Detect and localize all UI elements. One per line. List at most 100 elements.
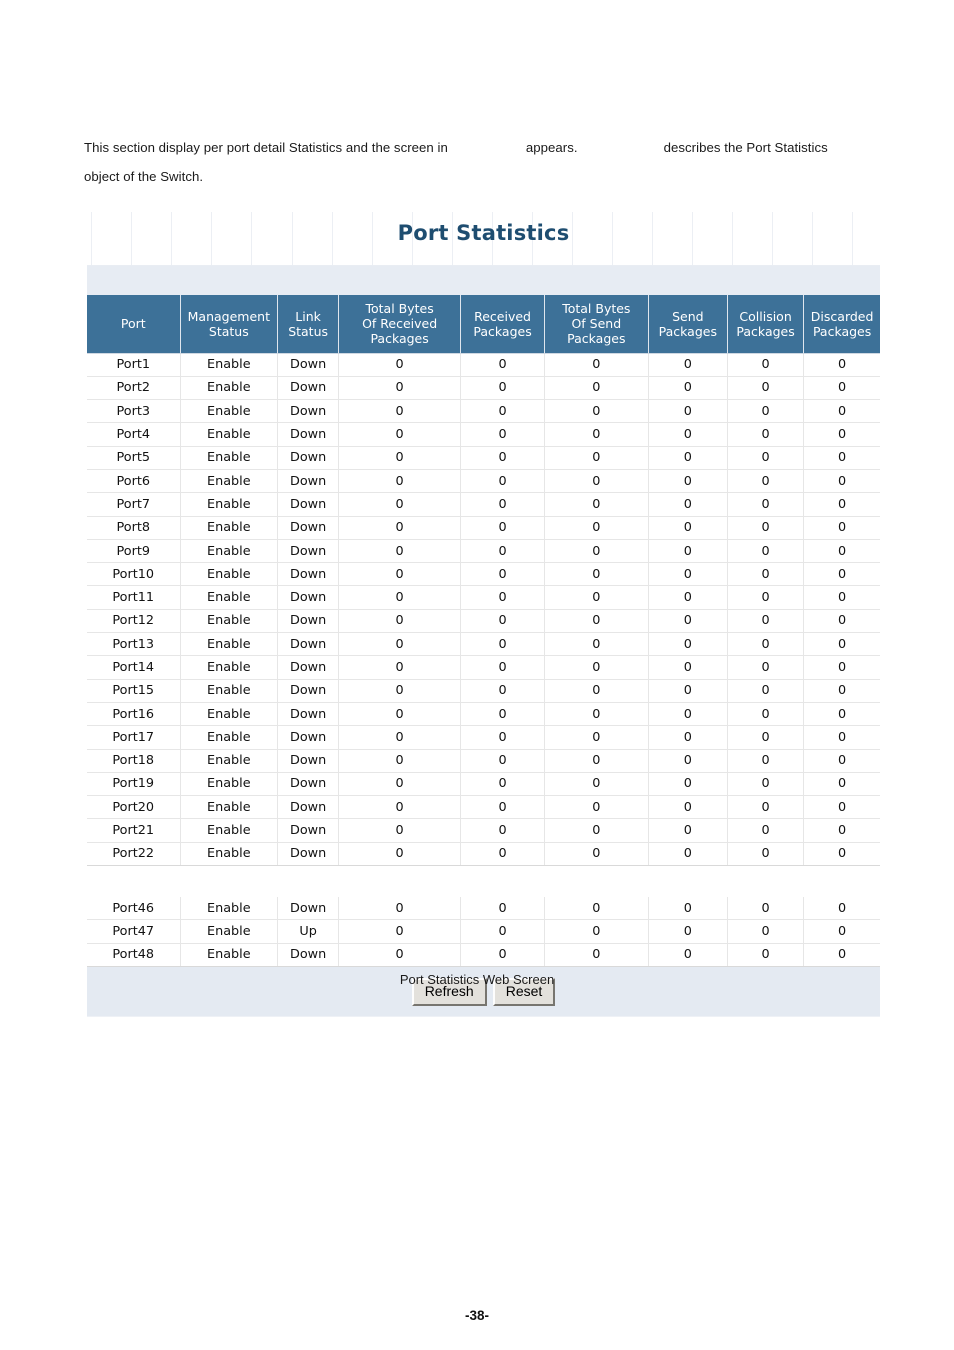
column-header-line: Link [295,308,321,324]
table-row: Port18 Enable Down 0 0 0 0 0 0 [87,749,880,773]
cell-port: Port19 [87,772,181,797]
cell-value: Enable [180,842,279,867]
cell-value: 0 [727,516,805,540]
cell-value: 0 [544,609,649,634]
intro-paragraph: This section display per port detail Sta… [84,133,874,191]
table-row: Port19 Enable Down 0 0 0 0 0 0 [87,772,880,797]
cell-value: 0 [338,516,462,540]
table-row: Port10 Enable Down 0 0 0 0 0 0 [87,562,880,587]
cell-value: 0 [648,469,728,494]
table-row: Port17 Enable Down 0 0 0 0 0 0 [87,725,880,750]
cell-value: 0 [727,679,805,703]
cell-value: 0 [460,562,545,587]
cell-value: 0 [648,943,728,967]
cell-value: 0 [803,632,880,657]
cell-value: Enable [180,795,279,820]
cell-value: 0 [544,399,649,424]
column-header-line: Status [208,323,249,339]
table-row: Port5 Enable Down 0 0 0 0 0 0 [87,446,880,470]
cell-value: 0 [338,919,462,944]
cell-value: 0 [544,516,649,540]
cell-value: Enable [180,446,279,470]
cell-value: 0 [648,655,728,680]
column-header-2: Link Status [277,295,340,354]
cell-value: 0 [648,562,728,587]
cell-value: 0 [460,376,545,401]
cell-value: 0 [460,679,545,703]
cell-value: 0 [803,585,880,610]
cell-value: 0 [460,818,545,843]
cell-value: 0 [460,539,545,564]
cell-value: 0 [544,422,649,447]
cell-port: Port4 [87,422,181,447]
cell-value: 0 [648,585,728,610]
cell-value: 0 [460,422,545,447]
cell-value: 0 [727,399,805,424]
cell-value: Enable [180,772,279,797]
cell-value: Enable [180,702,279,727]
cell-value: Down [277,609,340,634]
cell-value: Enable [180,492,279,517]
cell-value: 0 [544,679,649,703]
cell-port: Port13 [87,632,181,657]
table-row: Port14 Enable Down 0 0 0 0 0 0 [87,655,880,680]
cell-value: Down [277,795,340,820]
cell-value: 0 [648,818,728,843]
cell-value: Down [277,539,340,564]
cell-value: 0 [460,399,545,424]
cell-value: 0 [803,655,880,680]
column-header-line: Of Received [362,316,438,332]
cell-value: Down [277,469,340,494]
cell-value: 0 [727,842,805,867]
column-header-line: Of Send [571,316,622,332]
cell-value: 0 [460,943,545,967]
table-row: Port7 Enable Down 0 0 0 0 0 0 [87,492,880,517]
table-row: Port22 Enable Down 0 0 0 0 0 0 [87,842,880,867]
cell-value: 0 [544,585,649,610]
cell-value: 0 [338,897,462,921]
cell-value: Enable [180,585,279,610]
cell-value: 0 [338,632,462,657]
cell-value: 0 [338,492,462,517]
table-row: Port3 Enable Down 0 0 0 0 0 0 [87,399,880,424]
cell-value: 0 [648,376,728,401]
column-header-line: Total Bytes [562,301,631,317]
cell-value: 0 [338,399,462,424]
cell-value: 0 [727,943,805,967]
cell-value: 0 [544,353,649,377]
cell-value: 0 [544,446,649,470]
table-row: Port21 Enable Down 0 0 0 0 0 0 [87,818,880,843]
cell-value: 0 [648,632,728,657]
header-spacer-band [87,266,880,295]
cell-value: 0 [460,749,545,773]
column-header-4: Received Packages [460,295,545,354]
cell-value: 0 [648,795,728,820]
cell-value: Enable [180,516,279,540]
cell-value: 0 [338,725,462,750]
cell-value: 0 [648,679,728,703]
cell-value: Down [277,702,340,727]
column-header-line: Discarded [810,308,874,324]
cell-port: Port9 [87,539,181,564]
cell-port: Port10 [87,562,181,587]
cell-value: 0 [338,772,462,797]
cell-value: 0 [648,516,728,540]
cell-port: Port17 [87,725,181,750]
cell-value: Enable [180,376,279,401]
cell-value: 0 [648,772,728,797]
cell-value: Down [277,376,340,401]
cell-value: 0 [648,609,728,634]
cell-value: 0 [544,795,649,820]
cell-value: 0 [460,655,545,680]
table-row: Port12 Enable Down 0 0 0 0 0 0 [87,609,880,634]
cell-value: 0 [803,469,880,494]
cell-value: 0 [648,399,728,424]
cell-value: Enable [180,818,279,843]
cell-value: 0 [338,446,462,470]
cell-value: Enable [180,897,279,921]
cell-value: 0 [460,516,545,540]
cell-value: 0 [648,492,728,517]
page-number: -38- [464,1308,489,1323]
cell-value: 0 [460,919,545,944]
cell-value: 0 [727,919,805,944]
